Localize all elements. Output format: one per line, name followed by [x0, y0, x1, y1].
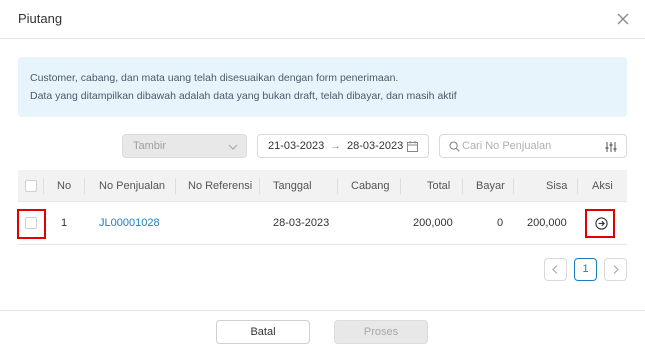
- col-header-no-referensi: No Referensi: [188, 180, 253, 192]
- date-start[interactable]: 21-03-2023: [268, 140, 324, 152]
- arrow-right-icon: →: [330, 140, 341, 152]
- next-page-button[interactable]: [604, 258, 627, 281]
- modal-footer: Batal Proses: [0, 310, 645, 351]
- column-divider: [175, 178, 176, 194]
- filter-settings-icon[interactable]: [605, 141, 617, 153]
- cell-tanggal: 28-03-2023: [273, 217, 330, 229]
- col-header-cabang: Cabang: [351, 180, 390, 192]
- col-header-no-penjualan: No Penjualan: [99, 180, 166, 192]
- chevron-right-icon: [613, 265, 619, 274]
- column-divider: [84, 178, 85, 194]
- column-divider: [513, 178, 514, 194]
- col-header-aksi: Aksi: [592, 180, 613, 192]
- col-header-bayar: Bayar: [476, 180, 505, 192]
- chevron-down-icon: [228, 144, 238, 150]
- cell-bayar: 0: [497, 217, 504, 229]
- cell-total: 200,000: [413, 217, 453, 229]
- table-header: No No Penjualan No Referensi Tanggal Cab…: [18, 170, 627, 202]
- page-button-1[interactable]: 1: [574, 258, 597, 281]
- select-all-checkbox[interactable]: [25, 180, 37, 192]
- column-divider: [462, 178, 463, 194]
- col-header-no: No: [57, 180, 72, 192]
- cell-no-penjualan-link[interactable]: JL00001028: [99, 202, 160, 244]
- checkbox-highlight: [17, 209, 46, 239]
- date-end[interactable]: 28-03-2023: [347, 140, 403, 152]
- process-button[interactable]: Proses: [334, 320, 428, 344]
- cancel-button[interactable]: Batal: [216, 320, 310, 344]
- col-header-tanggal: Tanggal: [273, 180, 312, 192]
- column-divider: [400, 178, 401, 194]
- modal-title: Piutang: [18, 11, 63, 26]
- cell-sisa: 200,000: [527, 217, 567, 229]
- col-header-sisa: Sisa: [546, 180, 568, 192]
- column-divider: [259, 178, 260, 194]
- type-select: Tambir: [122, 134, 247, 158]
- cell-no: 1: [61, 217, 68, 229]
- chevron-left-icon: [552, 265, 558, 274]
- table-row[interactable]: 1 JL00001028 28-03-2023 200,000 0 200,00…: [18, 202, 627, 245]
- search-input[interactable]: [462, 138, 597, 154]
- info-line-1: Customer, cabang, dan mata uang telah di…: [30, 72, 399, 84]
- date-range-picker[interactable]: 21-03-2023 → 28-03-2023: [257, 134, 429, 158]
- close-icon[interactable]: [615, 11, 631, 27]
- column-divider: [577, 178, 578, 194]
- modal-header: Piutang: [0, 0, 645, 39]
- calendar-icon[interactable]: [407, 141, 418, 152]
- search-icon: [449, 141, 460, 152]
- column-divider: [43, 178, 44, 194]
- info-message: Customer, cabang, dan mata uang telah di…: [18, 57, 627, 117]
- search-box: [439, 134, 627, 158]
- prev-page-button[interactable]: [544, 258, 567, 281]
- col-header-total: Total: [427, 180, 451, 192]
- action-highlight: [585, 209, 615, 238]
- info-line-2: Data yang ditampilkan dibawah adalah dat…: [30, 90, 457, 102]
- type-select-value: Tambir: [133, 140, 167, 152]
- column-divider: [337, 178, 338, 194]
